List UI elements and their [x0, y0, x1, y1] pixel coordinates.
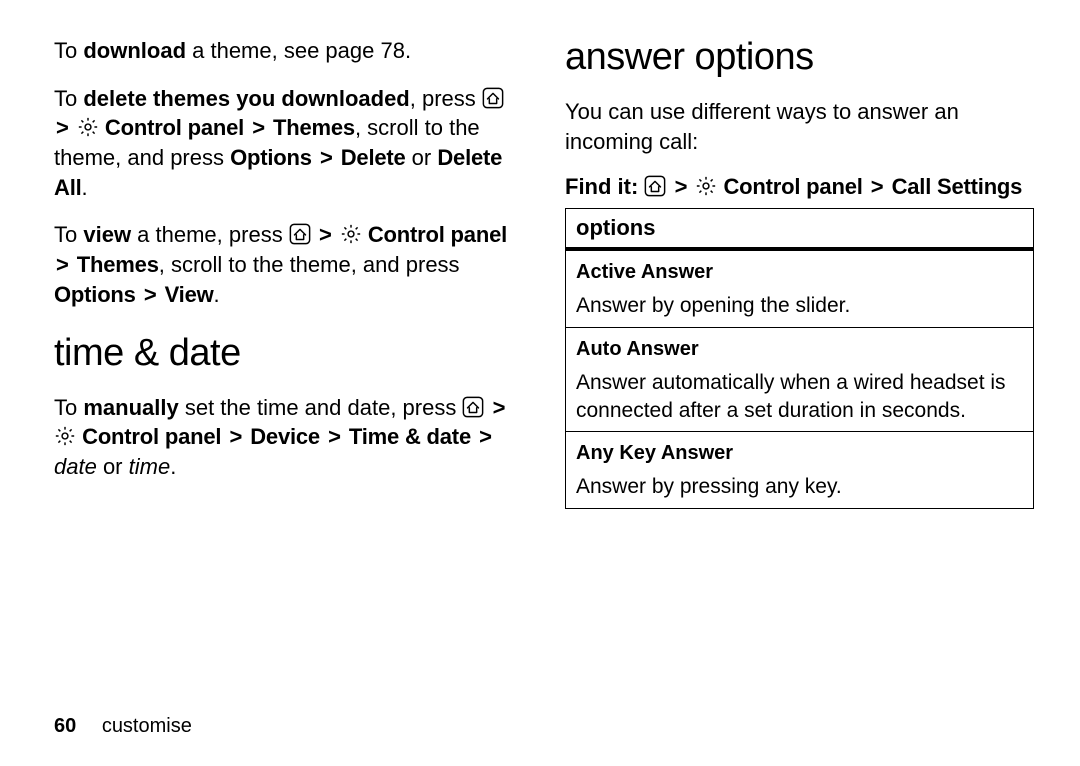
- text: , press: [410, 86, 482, 111]
- text: or: [97, 454, 129, 479]
- separator: >: [54, 115, 71, 140]
- nav-path: Device: [250, 424, 320, 449]
- findit-label: Find it:: [565, 174, 638, 199]
- nav-path: Delete: [341, 145, 406, 170]
- option-desc: Answer by pressing any key.: [566, 469, 1034, 508]
- italic-text: date: [54, 454, 97, 479]
- nav-path: Time & date: [349, 424, 471, 449]
- right-column: answer options You can use different way…: [565, 36, 1034, 509]
- text: To: [54, 395, 83, 420]
- separator: >: [317, 222, 334, 247]
- option-title: Active Answer: [566, 249, 1034, 288]
- text: To: [54, 222, 83, 247]
- gear-icon: [54, 425, 76, 447]
- para-download: To download a theme, see page 78.: [54, 36, 523, 66]
- gear-icon: [77, 116, 99, 138]
- separator: >: [318, 145, 335, 170]
- home-icon: [644, 175, 666, 197]
- nav-path: Options: [230, 145, 312, 170]
- text: a theme, see page 78.: [186, 38, 411, 63]
- separator: >: [227, 424, 244, 449]
- nav-path: Control panel: [723, 174, 862, 199]
- page-footer: 60 customise: [54, 715, 192, 738]
- footer-section: customise: [102, 715, 192, 737]
- heading-answer-options: answer options: [565, 36, 1034, 79]
- text: or: [406, 145, 438, 170]
- nav-path: Themes: [273, 115, 355, 140]
- para-intro: You can use different ways to answer an …: [565, 97, 1034, 156]
- text: To: [54, 38, 83, 63]
- nav-path: Control panel: [368, 222, 507, 247]
- text: .: [214, 282, 220, 307]
- nav-path: Control panel: [105, 115, 244, 140]
- nav-path: Control panel: [82, 424, 221, 449]
- separator: >: [250, 115, 267, 140]
- bold-text: download: [83, 38, 186, 63]
- para-time-date: To manually set the time and date, press…: [54, 393, 523, 482]
- text: .: [170, 454, 176, 479]
- find-it-line: Find it: > Control panel > Call Settings: [565, 174, 1034, 200]
- separator: >: [54, 252, 71, 277]
- option-desc: Answer by opening the slider.: [566, 288, 1034, 327]
- option-desc: Answer automatically when a wired headse…: [566, 365, 1034, 432]
- bold-text: view: [83, 222, 131, 247]
- nav-path: Options: [54, 282, 136, 307]
- italic-text: time: [129, 454, 171, 479]
- nav-path: Themes: [77, 252, 159, 277]
- separator: >: [673, 174, 690, 199]
- text: , scroll to the theme, and press: [159, 252, 460, 277]
- page-number: 60: [54, 715, 76, 737]
- gear-icon: [340, 223, 362, 245]
- separator: >: [491, 395, 508, 420]
- text: a theme, press: [131, 222, 289, 247]
- option-title: Any Key Answer: [566, 432, 1034, 470]
- para-delete: To delete themes you downloaded, press >…: [54, 84, 523, 203]
- bold-text: delete themes you downloaded: [83, 86, 409, 111]
- separator: >: [869, 174, 886, 199]
- para-view: To view a theme, press > Control panel >…: [54, 220, 523, 309]
- options-header: options: [566, 209, 1034, 250]
- option-title: Auto Answer: [566, 327, 1034, 365]
- separator: >: [326, 424, 343, 449]
- heading-time-date: time & date: [54, 332, 523, 375]
- nav-path: Call Settings: [892, 174, 1023, 199]
- text: set the time and date, press: [179, 395, 463, 420]
- home-icon: [462, 396, 484, 418]
- options-table: options Active Answer Answer by opening …: [565, 208, 1034, 508]
- left-column: To download a theme, see page 78. To del…: [54, 36, 523, 509]
- nav-path: View: [165, 282, 214, 307]
- gear-icon: [695, 175, 717, 197]
- home-icon: [482, 87, 504, 109]
- separator: >: [142, 282, 159, 307]
- page-content: To download a theme, see page 78. To del…: [0, 0, 1080, 549]
- separator: >: [477, 424, 494, 449]
- home-icon: [289, 223, 311, 245]
- text: To: [54, 86, 83, 111]
- bold-text: manually: [83, 395, 178, 420]
- text: .: [82, 175, 88, 200]
